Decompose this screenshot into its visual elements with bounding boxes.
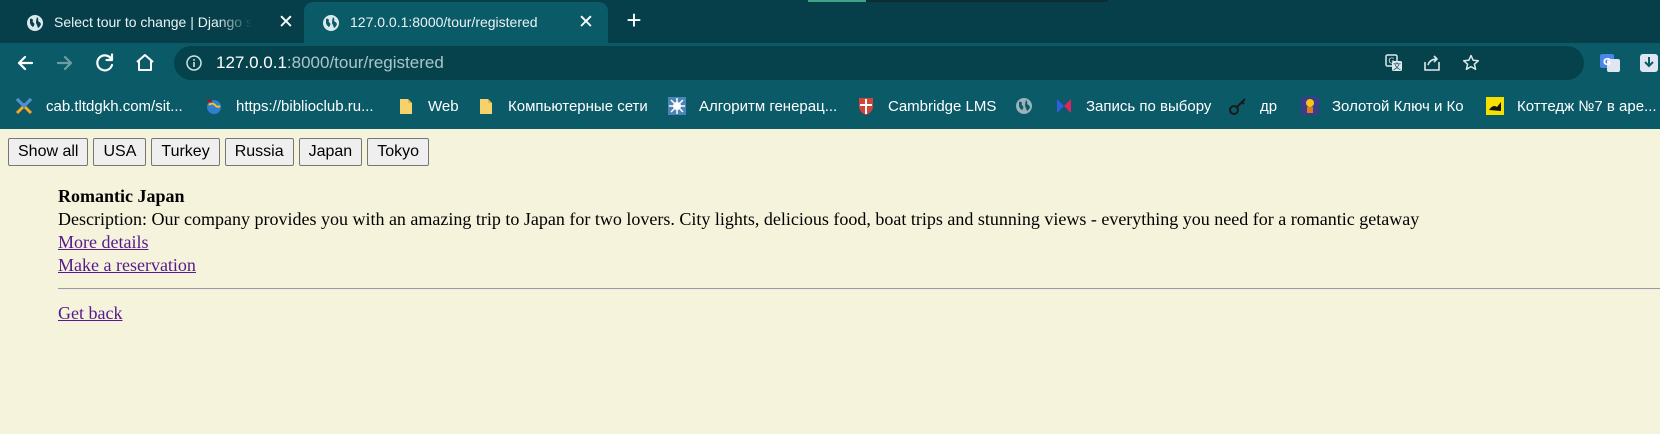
bookmark-item[interactable]	[1014, 95, 1046, 117]
bookmark-item[interactable]: https://biblioclub.ru...	[204, 95, 374, 117]
bookmark-item[interactable]: Компьютерные сети	[476, 95, 648, 117]
filter-japan-button[interactable]: Japan	[298, 138, 363, 166]
bookmark-label: Золотой Ключ и Ко	[1332, 97, 1464, 115]
bookmark-item[interactable]: Коттедж №7 в аре...	[1485, 95, 1657, 117]
folder-icon	[400, 99, 412, 114]
address-url: 127.0.0.1:8000/tour/registered	[216, 53, 444, 72]
key-icon	[1229, 98, 1246, 115]
tab-group-indicator-dark	[866, 0, 1108, 2]
bookmark-label: Коттедж №7 в аре...	[1517, 97, 1657, 115]
tour-card: Romantic Japan Description: Our company …	[58, 185, 1419, 277]
tab-django-admin[interactable]: Select tour to change | Django site admi…	[8, 2, 304, 43]
site-info-icon[interactable]	[186, 55, 202, 71]
bookmark-item[interactable]: cab.tltdgkh.com/sit...	[14, 95, 183, 117]
bookmark-star-icon[interactable]	[1461, 53, 1481, 73]
share-icon[interactable]	[1422, 53, 1442, 73]
more-details-link[interactable]: More details	[58, 231, 148, 254]
bookmark-label: Запись по выбору	[1086, 97, 1212, 115]
bookmark-label: Web	[428, 97, 459, 115]
svg-text:G: G	[1603, 57, 1611, 68]
puzzle-icon	[15, 97, 33, 115]
bookmark-label: Cambridge LMS	[888, 97, 997, 115]
bookmark-label: Алгоритм генерац...	[699, 97, 838, 115]
globe-colored-icon	[206, 99, 221, 114]
filter-usa-button[interactable]: USA	[93, 138, 147, 166]
filter-tokyo-button[interactable]: Tokyo	[367, 138, 429, 166]
bookmarks-bar: cab.tltdgkh.com/sit... https://biblioclu…	[0, 83, 1660, 129]
browser-toolbar: 127.0.0.1:8000/tour/registered 文 G G	[0, 43, 1660, 83]
tab-strip: Select tour to change | Django site admi…	[0, 0, 1660, 43]
bookmark-label: https://biblioclub.ru...	[236, 97, 374, 115]
bookmark-item[interactable]: Алгоритм генерац...	[667, 95, 837, 117]
svg-text:G: G	[1388, 57, 1394, 66]
bookmark-item[interactable]: Запись по выбору	[1054, 95, 1211, 117]
bookmark-label: Компьютерные сети	[508, 97, 648, 115]
tab-tour-registered[interactable]: 127.0.0.1:8000/tour/registered ✕	[304, 2, 608, 43]
bookmark-label: cab.tltdgkh.com/sit...	[46, 97, 183, 115]
home-icon[interactable]	[131, 49, 159, 77]
butterfly-icon	[1057, 99, 1071, 113]
filter-show-all-button[interactable]: Show all	[8, 138, 89, 166]
shield-icon	[859, 98, 873, 115]
bookmark-item[interactable]: Web	[396, 95, 459, 117]
reload-icon[interactable]	[91, 49, 119, 77]
make-reservation-link[interactable]: Make a reservation	[58, 254, 196, 277]
globe-icon	[1016, 98, 1032, 114]
tab-title: Select tour to change | Django site admi…	[54, 14, 252, 30]
bookmark-item[interactable]: Cambridge LMS	[856, 95, 996, 117]
bookmark-item[interactable]: Золотой Ключ и Ко	[1300, 95, 1464, 117]
character-icon	[1301, 97, 1319, 115]
duck-icon	[1486, 97, 1504, 115]
bookmark-label: др	[1260, 97, 1278, 115]
forward-arrow-icon[interactable]	[51, 49, 79, 77]
bookmark-item[interactable]: др	[1228, 95, 1277, 117]
tab-title: 127.0.0.1:8000/tour/registered	[350, 14, 538, 30]
filter-turkey-button[interactable]: Turkey	[151, 138, 220, 166]
download-extension-icon[interactable]	[1638, 52, 1660, 74]
gear-icon	[668, 97, 686, 115]
divider	[58, 288, 1660, 290]
tour-description: Description: Our company provides you wi…	[58, 209, 1420, 229]
filter-russia-button[interactable]: Russia	[224, 138, 294, 166]
back-arrow-icon[interactable]	[11, 49, 39, 77]
get-back-link[interactable]: Get back	[58, 302, 122, 325]
globe-icon	[27, 15, 43, 31]
new-tab-plus-icon[interactable]: +	[622, 7, 646, 33]
translate-icon[interactable]: 文 G	[1384, 53, 1404, 73]
tab-close-icon[interactable]: ✕	[576, 13, 596, 33]
tour-title: Romantic Japan	[58, 186, 185, 206]
tab-group-indicator	[808, 0, 866, 2]
address-bar[interactable]: 127.0.0.1:8000/tour/registered 文 G	[174, 46, 1584, 80]
country-filter-bar: Show all USA Turkey Russia Japan Tokyo	[8, 138, 434, 166]
page-content: Show all USA Turkey Russia Japan Tokyo R…	[0, 129, 1660, 434]
folder-icon	[480, 99, 492, 114]
google-translate-extension-icon[interactable]: G	[1599, 52, 1621, 74]
tab-close-icon[interactable]: ✕	[276, 13, 296, 33]
globe-icon	[323, 15, 339, 31]
